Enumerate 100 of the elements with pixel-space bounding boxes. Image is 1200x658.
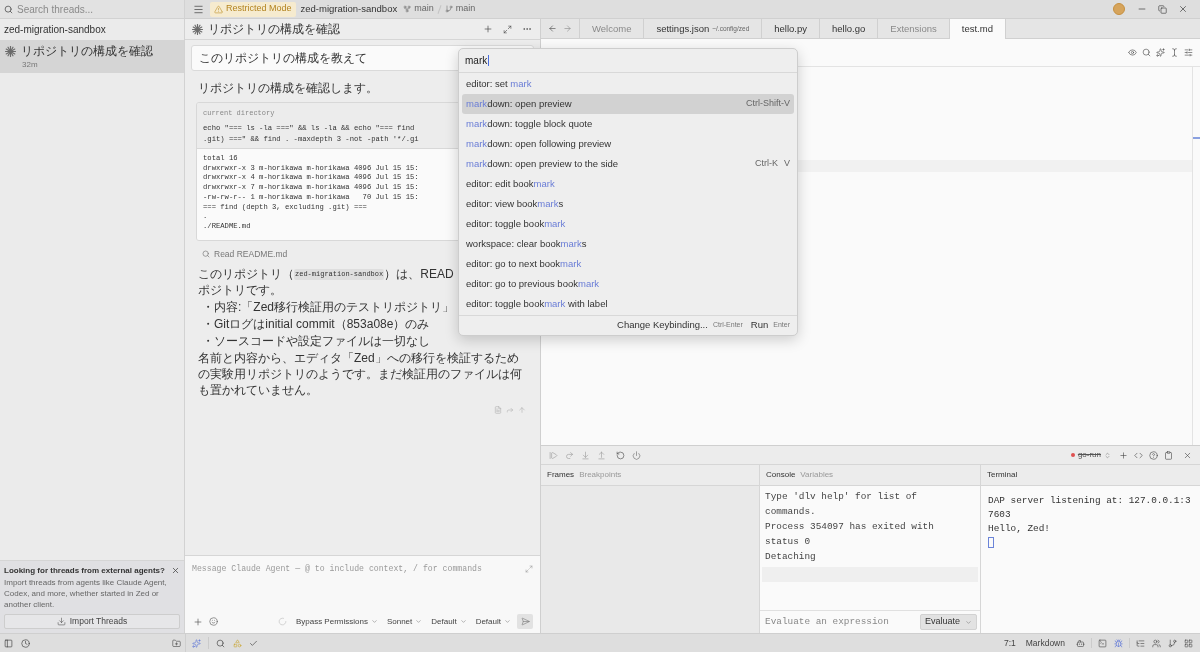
query-text: mark (465, 54, 488, 68)
eye-icon[interactable] (1128, 48, 1137, 57)
menu-icon[interactable] (193, 3, 204, 15)
chevron-down-icon (459, 618, 467, 625)
command-label: editor: view bookmarks (466, 196, 564, 211)
thread-item[interactable]: リポジトリの構成を確認 32m (0, 40, 184, 73)
message-box[interactable]: Message Claude Agent — @ to include context, / for commands Bypass Permissions Sonnet Default Default (185, 555, 540, 633)
restore-icon[interactable] (1158, 4, 1167, 14)
command-item[interactable]: editor: go to previous bookmark (462, 274, 794, 294)
dropdown-button[interactable]: Default (431, 615, 467, 628)
shortcut-label: Ctrl-K V (755, 157, 790, 171)
thread-time: 32m (22, 58, 38, 70)
dropdown-button[interactable]: Default (475, 615, 511, 628)
console-line: Process 354097 has exited with status 0 (765, 520, 935, 549)
back-icon[interactable] (548, 24, 557, 33)
search-icon[interactable] (1142, 48, 1151, 57)
bullet-item: ・ソースコードや設定ファイルは一切なし (202, 333, 430, 351)
thread-title: リポジトリの構成を確認 (21, 43, 153, 59)
plus-icon[interactable] (483, 24, 493, 34)
search-icon (202, 250, 210, 258)
bug-icon[interactable] (1114, 638, 1123, 648)
tab[interactable]: test.md (949, 19, 1006, 39)
cursor-position[interactable]: 7:1 (1003, 636, 1016, 650)
command-item[interactable]: markdown: open following preview (462, 134, 794, 154)
command-item[interactable]: editor: view bookmarks (462, 194, 794, 214)
notice-text: Import threads from agents like Claude Agent, Codex, and more, whether started in Zed or another client. (4, 577, 168, 610)
evaluate-input[interactable]: Evaluate an expression (765, 615, 915, 629)
command-item[interactable]: markdown: toggle block quote (462, 114, 794, 134)
import-threads-button[interactable]: Import Threads (4, 614, 180, 629)
avatar[interactable] (1113, 3, 1125, 15)
close-icon[interactable] (1183, 450, 1192, 460)
power-icon[interactable] (632, 450, 641, 460)
text-cursor-icon[interactable] (1170, 48, 1179, 57)
dropdown-button[interactable]: Sonnet (386, 615, 423, 628)
send-button[interactable] (517, 614, 533, 629)
shapes-icon[interactable] (233, 638, 242, 648)
read-step[interactable]: Read README.md (214, 247, 288, 261)
search-field[interactable]: Search threads... (0, 0, 184, 19)
close-icon[interactable] (171, 566, 180, 575)
command-label: editor: toggle bookmark with label (466, 296, 608, 311)
worktree-button[interactable]: main (403, 2, 434, 16)
command-item[interactable]: editor: go to next bookmark (462, 254, 794, 274)
sparkles-icon[interactable] (1156, 48, 1165, 57)
plus-icon[interactable] (1119, 450, 1128, 460)
command-item[interactable]: editor: edit bookmark (462, 174, 794, 194)
branch-icon[interactable] (1168, 638, 1177, 648)
users-icon[interactable] (1152, 638, 1161, 648)
continue-icon[interactable] (549, 450, 558, 460)
plus-icon[interactable] (193, 616, 203, 627)
language-selector[interactable]: Markdown (1025, 636, 1065, 650)
terminal-icon[interactable] (1098, 638, 1107, 648)
command-item[interactable]: editor: set mark (462, 74, 794, 94)
branch-button[interactable]: main (444, 2, 476, 16)
close-icon[interactable] (1178, 4, 1188, 14)
bot-icon[interactable] (1076, 638, 1085, 648)
session-selector[interactable]: go-run (1070, 449, 1111, 461)
outline-icon[interactable] (1136, 638, 1145, 648)
spinner-icon (277, 617, 287, 626)
grid-icon[interactable] (1184, 638, 1193, 648)
sparkles-icon[interactable] (192, 638, 201, 648)
forward-icon[interactable] (563, 24, 572, 33)
command-item[interactable]: editor: toggle bookmark with label (462, 294, 794, 314)
command-input[interactable]: mark (459, 49, 797, 73)
command-label: markdown: toggle block quote (466, 116, 593, 131)
folder-plus-icon[interactable] (172, 638, 181, 648)
chevron-down-icon (504, 618, 511, 625)
clipboard-icon[interactable] (1164, 450, 1173, 460)
pane-tab[interactable]: Console (766, 469, 796, 481)
pane-tab[interactable]: Terminal (987, 469, 1018, 481)
fork-icon (403, 5, 412, 13)
code-icon[interactable] (1134, 450, 1143, 460)
check-icon[interactable] (249, 638, 258, 648)
step-into-icon[interactable] (581, 450, 590, 460)
restart-icon[interactable] (616, 450, 625, 460)
document-icon[interactable] (494, 406, 502, 415)
search-icon[interactable] (216, 638, 225, 648)
history-icon[interactable] (21, 638, 30, 648)
smiley-icon[interactable] (209, 617, 218, 626)
command-label: editor: set mark (466, 76, 532, 91)
sidebar-toggle-icon[interactable] (4, 638, 13, 648)
search-input[interactable]: Search threads... (17, 2, 180, 16)
expand-icon[interactable] (503, 24, 512, 34)
evaluate-button[interactable]: Evaluate (919, 614, 977, 630)
project-name[interactable]: zed-migration-sandbox (300, 1, 398, 17)
command-item[interactable]: markdown: open preview to the side Ctrl-K V (462, 154, 794, 174)
message-input[interactable]: Message Claude Agent — @ to include context, / for commands (192, 563, 521, 575)
help-icon[interactable] (1149, 450, 1158, 460)
chevron-down-icon (415, 618, 423, 625)
project-name[interactable]: zed-migration-sandbox (4, 22, 106, 37)
command-label: editor: edit bookmark (466, 176, 555, 191)
command-item[interactable]: editor: toggle bookmark (462, 214, 794, 234)
expand-icon[interactable] (525, 565, 533, 573)
step-over-icon[interactable] (565, 450, 574, 460)
step-out-icon[interactable] (597, 450, 606, 460)
warning-icon (214, 4, 223, 14)
dropdown-button[interactable]: Bypass Permissions (295, 615, 378, 628)
command-item[interactable]: markdown: open preview Ctrl-Shift-V (462, 94, 794, 114)
sliders-icon[interactable] (1184, 48, 1193, 57)
command-item[interactable]: workspace: clear bookmarks (462, 234, 794, 254)
pane-tab[interactable]: Frames (547, 469, 575, 481)
